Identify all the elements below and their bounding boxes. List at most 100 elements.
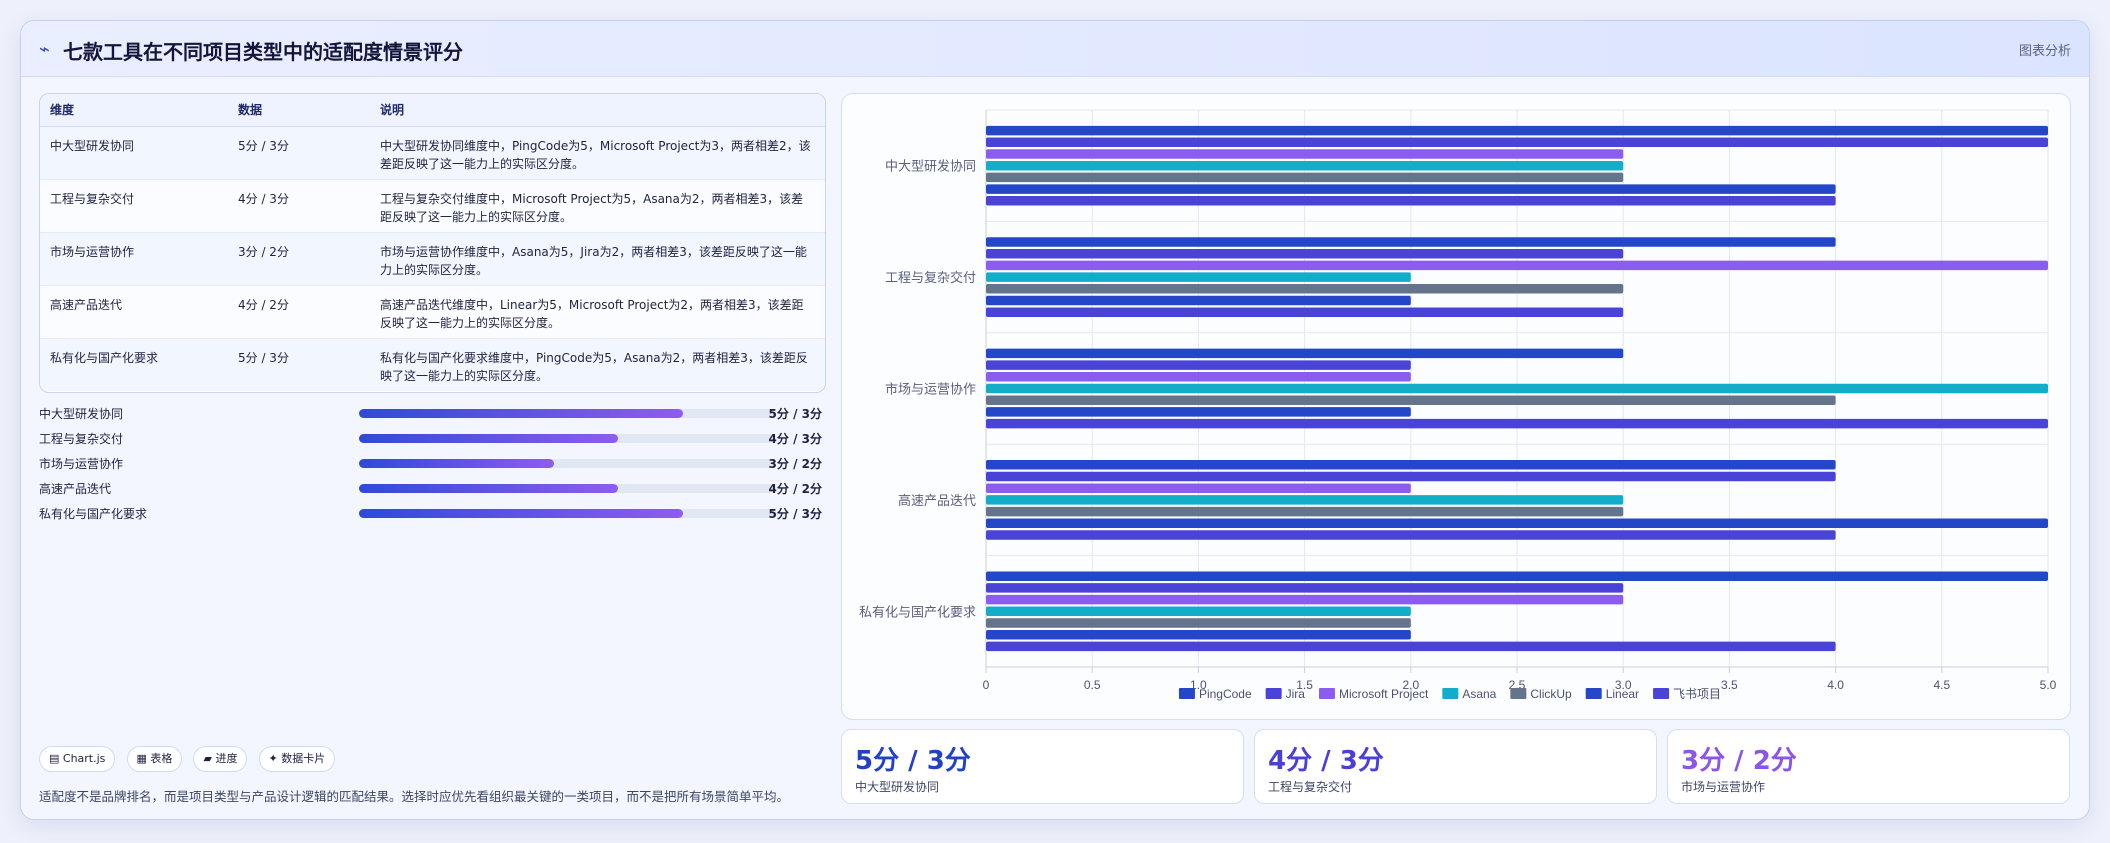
progress-row: 高速产品迭代 4分 / 2分 xyxy=(39,476,834,501)
progress-list: 中大型研发协同 5分 / 3分 工程与复杂交付 4分 / 3分 市场与运营协作 … xyxy=(39,401,834,526)
legend-label: PingCode xyxy=(1199,687,1252,701)
table-row: 私有化与国产化要求 5分 / 3分 私有化与国产化要求维度中，PingCode为… xyxy=(40,338,825,391)
stat-label: 工程与复杂交付 xyxy=(1268,780,1353,794)
table-row: 市场与运营协作 3分 / 2分 市场与运营协作维度中，Asana为5，Jira为… xyxy=(40,232,825,286)
bar-asana xyxy=(986,495,1624,505)
legend-swatch xyxy=(1265,688,1282,699)
bar-clickup xyxy=(986,395,1836,405)
bar-pingcode xyxy=(986,460,1836,470)
legend-label: 飞书项目 xyxy=(1673,687,1721,701)
legend-swatch xyxy=(1510,688,1527,699)
bar-linear xyxy=(986,629,1411,640)
progress-track xyxy=(359,509,774,518)
legend-label: ClickUp xyxy=(1530,687,1572,701)
bar-microsoft-project xyxy=(986,372,1411,382)
tag-data-card[interactable]: ✦ 数据卡片 xyxy=(258,746,336,772)
stat-card: 5分 / 3分 中大型研发协同 xyxy=(841,729,1244,804)
stat-card: 4分 / 3分 工程与复杂交付 xyxy=(1254,729,1657,804)
bar-jira xyxy=(986,471,1836,482)
y-category-label: 工程与复杂交付 xyxy=(885,270,976,286)
tag-progress[interactable]: ▰ 进度 xyxy=(193,746,248,772)
progress-label: 高速产品迭代 xyxy=(39,482,112,496)
progress-fill xyxy=(359,434,619,443)
dashboard-card: ⌁ 七款工具在不同项目类型中的适配度情景评分 图表分析 维度 数据 说明 中大型… xyxy=(20,20,2090,820)
table-cell-data: 5分 / 3分 xyxy=(228,126,370,180)
x-tick-label: 5.0 xyxy=(2040,678,2057,692)
bar-pingcode xyxy=(986,348,1624,359)
table-cell-dimension: 工程与复杂交付 xyxy=(40,179,228,233)
legend-label: Jira xyxy=(1286,687,1306,701)
progress-label: 私有化与国产化要求 xyxy=(39,507,148,521)
table-header-description: 说明 xyxy=(370,94,825,127)
trend-icon: ⌁ xyxy=(39,39,50,60)
table-cell-description: 高速产品迭代维度中，Linear为5，Microsoft Project为2，两… xyxy=(370,285,825,339)
tag-list: ▤ Chart.js ▦ 表格 ▰ 进度 ✦ 数据卡片 xyxy=(39,746,341,772)
x-tick-label: 0.5 xyxy=(1084,678,1101,692)
bar-飞书项目 xyxy=(986,418,2048,429)
bar-linear xyxy=(986,184,1836,194)
progress-label: 中大型研发协同 xyxy=(39,407,124,421)
progress-value: 4分 / 3分 xyxy=(768,432,822,446)
bar-clickup xyxy=(986,172,1624,183)
bar-pingcode xyxy=(986,237,1836,247)
y-category-label: 市场与运营协作 xyxy=(885,382,976,398)
bar-jira xyxy=(986,360,1411,370)
x-tick-label: 4.0 xyxy=(1827,678,1844,692)
progress-track xyxy=(359,484,774,493)
progress-fill xyxy=(359,484,619,493)
table-cell-data: 3分 / 2分 xyxy=(228,232,370,286)
stat-value: 4分 / 3分 xyxy=(1268,746,1384,776)
bar-asana xyxy=(986,272,1411,282)
tag-chartjs[interactable]: ▤ Chart.js xyxy=(39,746,116,772)
progress-row: 市场与运营协作 3分 / 2分 xyxy=(39,451,834,476)
progress-row: 工程与复杂交付 4分 / 3分 xyxy=(39,426,834,451)
bar-飞书项目 xyxy=(986,307,1624,317)
progress-value: 3分 / 2分 xyxy=(768,457,822,471)
legend-swatch xyxy=(1178,688,1195,699)
tag-table[interactable]: ▦ 表格 xyxy=(126,746,183,772)
legend-swatch xyxy=(1585,688,1602,699)
progress-value: 4分 / 2分 xyxy=(768,482,822,496)
stat-value: 3分 / 2分 xyxy=(1681,746,1797,776)
page-title: 七款工具在不同项目类型中的适配度情景评分 xyxy=(63,40,463,64)
table-cell-data: 5分 / 3分 xyxy=(238,350,289,365)
chart-analysis-link[interactable]: 图表分析 xyxy=(2019,40,2071,59)
legend-label: Asana xyxy=(1462,687,1496,701)
bar-pingcode xyxy=(986,571,2048,581)
progress-value: 5分 / 3分 xyxy=(768,407,822,421)
footnote: 适配度不是品牌排名，而是项目类型与产品设计逻辑的匹配结果。选择时应优先看组织最关… xyxy=(39,789,790,804)
progress-label: 工程与复杂交付 xyxy=(39,432,124,446)
bar-linear xyxy=(986,295,1411,306)
bar-clickup xyxy=(986,284,1624,294)
progress-row: 中大型研发协同 5分 / 3分 xyxy=(39,401,834,426)
bar-chart: 0 0.5 1.0 1.5 2.0 2.5 3.0 3.5 4.0 4.5 5.0中大型研发协同工程… xyxy=(859,109,2057,701)
table-row: 高速产品迭代 4分 / 2分 高速产品迭代维度中，Linear为5，Micros… xyxy=(40,285,825,339)
x-tick-label: 0 xyxy=(983,678,990,692)
table-cell-dimension: 中大型研发协同 xyxy=(40,126,228,180)
legend-label: Linear xyxy=(1606,687,1639,701)
table-cell-dimension: 高速产品迭代 xyxy=(40,285,228,339)
bar-jira xyxy=(986,137,2048,148)
bar-asana xyxy=(986,606,1411,617)
y-category-label: 中大型研发协同 xyxy=(885,159,976,175)
table-row: 工程与复杂交付 4分 / 3分 工程与复杂交付维度中，Microsoft Pro… xyxy=(40,179,825,233)
table-cell-description: 工程与复杂交付维度中，Microsoft Project为5，Asana为2，两… xyxy=(370,179,825,233)
stat-card: 3分 / 2分 市场与运营协作 xyxy=(1667,729,2070,804)
x-tick-label: 4.5 xyxy=(1933,678,1950,692)
table-cell-data: 4分 / 2分 xyxy=(228,285,370,339)
bar-asana xyxy=(986,383,2048,394)
bar-飞书项目 xyxy=(986,530,1836,540)
bar-asana xyxy=(986,160,1624,171)
progress-track xyxy=(359,459,774,468)
bar-jira xyxy=(986,248,1624,259)
table-cell-description: 市场与运营协作维度中，Asana为5，Jira为2，两者相差3，该差距反映了这一… xyxy=(370,232,825,286)
bar-jira xyxy=(986,583,1624,593)
progress-fill xyxy=(359,509,683,518)
progress-label: 市场与运营协作 xyxy=(39,457,124,471)
table-row: 中大型研发协同 5分 / 3分 中大型研发协同维度中，PingCode为5，Mi… xyxy=(40,126,825,180)
bar-linear xyxy=(986,518,2048,529)
table-header-data: 数据 xyxy=(228,94,370,127)
progress-fill xyxy=(359,409,683,418)
bar-pingcode xyxy=(986,125,2048,136)
table-cell-description: 私有化与国产化要求维度中，PingCode为5，Asana为2，两者相差3，该差… xyxy=(380,350,808,383)
